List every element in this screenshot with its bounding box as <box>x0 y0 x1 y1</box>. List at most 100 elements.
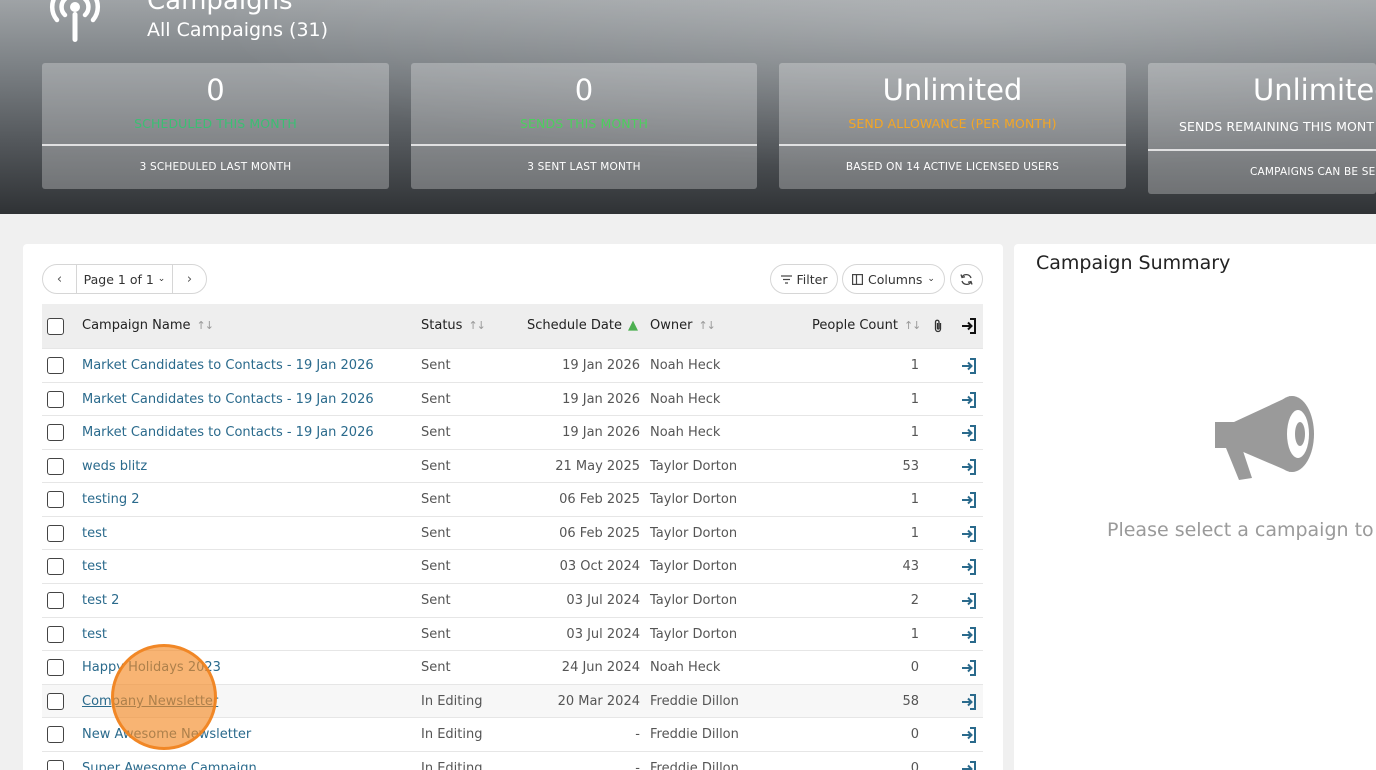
row-checkbox[interactable] <box>47 659 64 676</box>
stat-divider <box>411 144 757 146</box>
table-row[interactable]: Market Candidates to Contacts - 19 Jan 2… <box>42 348 983 381</box>
row-checkbox[interactable] <box>47 726 64 743</box>
campaign-status: Sent <box>421 593 451 608</box>
column-header-schedule-date[interactable]: Schedule Date ▲ <box>527 304 638 348</box>
campaign-name-link[interactable]: Market Candidates to Contacts - 19 Jan 2… <box>82 349 374 382</box>
campaign-name-link[interactable]: Super Awesome Campaign <box>82 752 257 770</box>
broadcast-icon <box>49 0 101 42</box>
stat-divider <box>779 144 1126 146</box>
campaign-name-link[interactable]: Market Candidates to Contacts - 19 Jan 2… <box>82 383 374 416</box>
campaign-name-link[interactable]: test <box>82 618 107 651</box>
stat-divider <box>42 144 389 146</box>
column-header-owner[interactable]: Owner ↑↓ <box>650 304 716 348</box>
row-checkbox[interactable] <box>47 626 64 643</box>
select-all-checkbox[interactable] <box>47 318 64 335</box>
row-checkbox[interactable] <box>47 357 64 374</box>
table-row[interactable]: test Sent 03 Jul 2024 Taylor Dorton 1 <box>42 617 983 650</box>
page-select[interactable]: Page 1 of 1 ⌄ <box>76 265 173 293</box>
people-count: 58 <box>902 694 919 709</box>
campaign-name-link[interactable]: test 2 <box>82 584 119 617</box>
open-campaign-icon[interactable] <box>960 424 978 442</box>
schedule-date: 20 Mar 2024 <box>557 694 640 709</box>
campaign-owner: Noah Heck <box>650 358 721 373</box>
column-header-campaign-name[interactable]: Campaign Name ↑↓ <box>82 304 214 348</box>
refresh-button[interactable] <box>950 264 983 294</box>
table-row[interactable]: Super Awesome Campaign In Editing - Freddie… <box>42 751 983 770</box>
open-campaign-icon[interactable] <box>960 525 978 543</box>
table-row[interactable]: Market Candidates to Contacts - 19 Jan 2… <box>42 415 983 448</box>
schedule-date: 21 May 2025 <box>555 459 640 474</box>
schedule-date: 03 Jul 2024 <box>566 593 640 608</box>
stat-value: Unlimited <box>882 73 1023 107</box>
row-checkbox[interactable] <box>47 760 64 770</box>
table-row[interactable]: test Sent 03 Oct 2024 Taylor Dorton 43 <box>42 549 983 582</box>
campaign-owner: Noah Heck <box>650 392 721 407</box>
open-campaign-icon[interactable] <box>960 693 978 711</box>
open-campaign-icon[interactable] <box>960 491 978 509</box>
schedule-date: - <box>635 727 640 742</box>
people-count: 1 <box>910 526 919 541</box>
chevron-down-icon: ⌄ <box>927 274 935 284</box>
campaign-status: Sent <box>421 492 451 507</box>
campaign-status: Sent <box>421 660 451 675</box>
stat-label: SCHEDULED THIS MONTH <box>134 116 297 131</box>
summary-title: Campaign Summary <box>1036 252 1231 274</box>
row-checkbox[interactable] <box>47 525 64 542</box>
row-checkbox[interactable] <box>47 424 64 441</box>
column-header-people-count[interactable]: People Count ↑↓ <box>812 304 921 348</box>
people-count: 43 <box>902 559 919 574</box>
columns-icon <box>852 273 864 285</box>
campaign-status: In Editing <box>421 727 483 742</box>
campaign-name-link[interactable]: weds blitz <box>82 450 147 483</box>
schedule-date: 03 Oct 2024 <box>559 559 640 574</box>
table-row[interactable]: test 2 Sent 03 Jul 2024 Taylor Dorton 2 <box>42 583 983 616</box>
campaign-status: Sent <box>421 459 451 474</box>
campaign-owner: Freddie Dillon <box>650 727 739 742</box>
page-label: Page 1 of 1 <box>83 271 154 287</box>
campaign-status: In Editing <box>421 761 483 770</box>
stat-card-allowance: Unlimited SEND ALLOWANCE (PER MONTH) BAS… <box>779 63 1126 189</box>
stat-card-remaining: Unlimited SENDS REMAINING THIS MONT CAMP… <box>1148 63 1376 194</box>
campaign-name-link[interactable]: testing 2 <box>82 483 139 516</box>
table-row[interactable]: Market Candidates to Contacts - 19 Jan 2… <box>42 382 983 415</box>
people-count: 1 <box>910 627 919 642</box>
summary-empty-message: Please select a campaign to <box>1107 519 1374 541</box>
table-row[interactable]: weds blitz Sent 21 May 2025 Taylor Dorton 53 <box>42 449 983 482</box>
schedule-date: 19 Jan 2026 <box>562 392 640 407</box>
row-checkbox[interactable] <box>47 391 64 408</box>
stat-label: SENDS THIS MONTH <box>520 116 648 131</box>
columns-button[interactable]: Columns ⌄ <box>842 264 945 294</box>
column-header-status[interactable]: Status ↑↓ <box>421 304 486 348</box>
campaign-name-link[interactable]: Market Candidates to Contacts - 19 Jan 2… <box>82 416 374 449</box>
stat-footer: BASED ON 14 ACTIVE LICENSED USERS <box>845 161 1060 173</box>
row-checkbox[interactable] <box>47 491 64 508</box>
open-campaign-icon[interactable] <box>960 592 978 610</box>
row-checkbox[interactable] <box>47 592 64 609</box>
open-campaign-icon[interactable] <box>960 726 978 744</box>
row-checkbox[interactable] <box>47 693 64 710</box>
table-row[interactable]: test Sent 06 Feb 2025 Taylor Dorton 1 <box>42 516 983 549</box>
filter-label: Filter <box>796 271 828 287</box>
chevron-down-icon: ⌄ <box>157 274 166 284</box>
campaign-name-link[interactable]: test <box>82 550 107 583</box>
table-row[interactable]: testing 2 Sent 06 Feb 2025 Taylor Dorton 1 <box>42 482 983 515</box>
open-campaign-icon[interactable] <box>960 760 978 770</box>
stat-label: SEND ALLOWANCE (PER MONTH) <box>848 116 1057 131</box>
row-checkbox[interactable] <box>47 458 64 475</box>
open-campaign-icon[interactable] <box>960 558 978 576</box>
campaign-summary-panel <box>1014 244 1376 770</box>
open-campaign-icon[interactable] <box>960 458 978 476</box>
open-campaign-icon[interactable] <box>960 391 978 409</box>
open-campaign-icon[interactable] <box>960 626 978 644</box>
next-page-button[interactable]: › <box>173 265 206 293</box>
open-campaign-icon[interactable] <box>960 659 978 677</box>
campaign-name-link[interactable]: test <box>82 517 107 550</box>
stat-card-sends: 0 SENDS THIS MONTH 3 SENT LAST MONTH <box>411 63 757 189</box>
stat-footer: 3 SENT LAST MONTH <box>527 161 641 173</box>
filter-button[interactable]: Filter <box>770 264 838 294</box>
campaign-owner: Taylor Dorton <box>650 492 738 507</box>
people-count: 53 <box>902 459 919 474</box>
prev-page-button[interactable]: ‹ <box>43 265 76 293</box>
row-checkbox[interactable] <box>47 558 64 575</box>
open-campaign-icon[interactable] <box>960 357 978 375</box>
